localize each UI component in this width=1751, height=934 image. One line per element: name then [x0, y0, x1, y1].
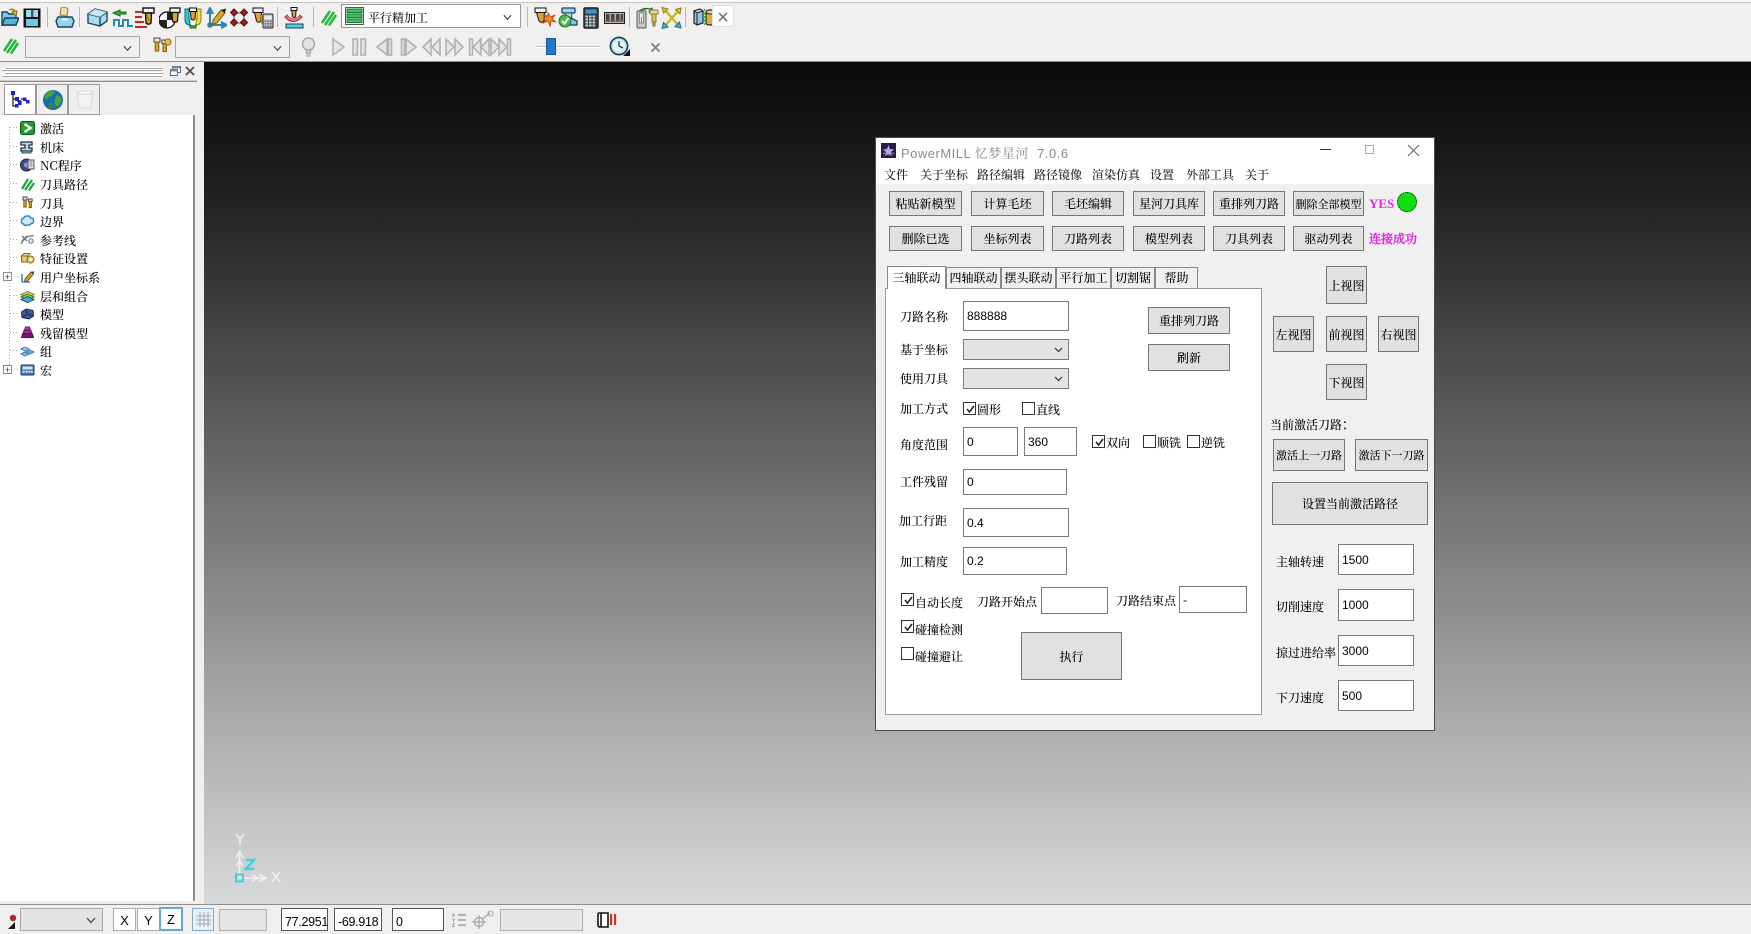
- svg-text:Z: Z: [452, 923, 455, 928]
